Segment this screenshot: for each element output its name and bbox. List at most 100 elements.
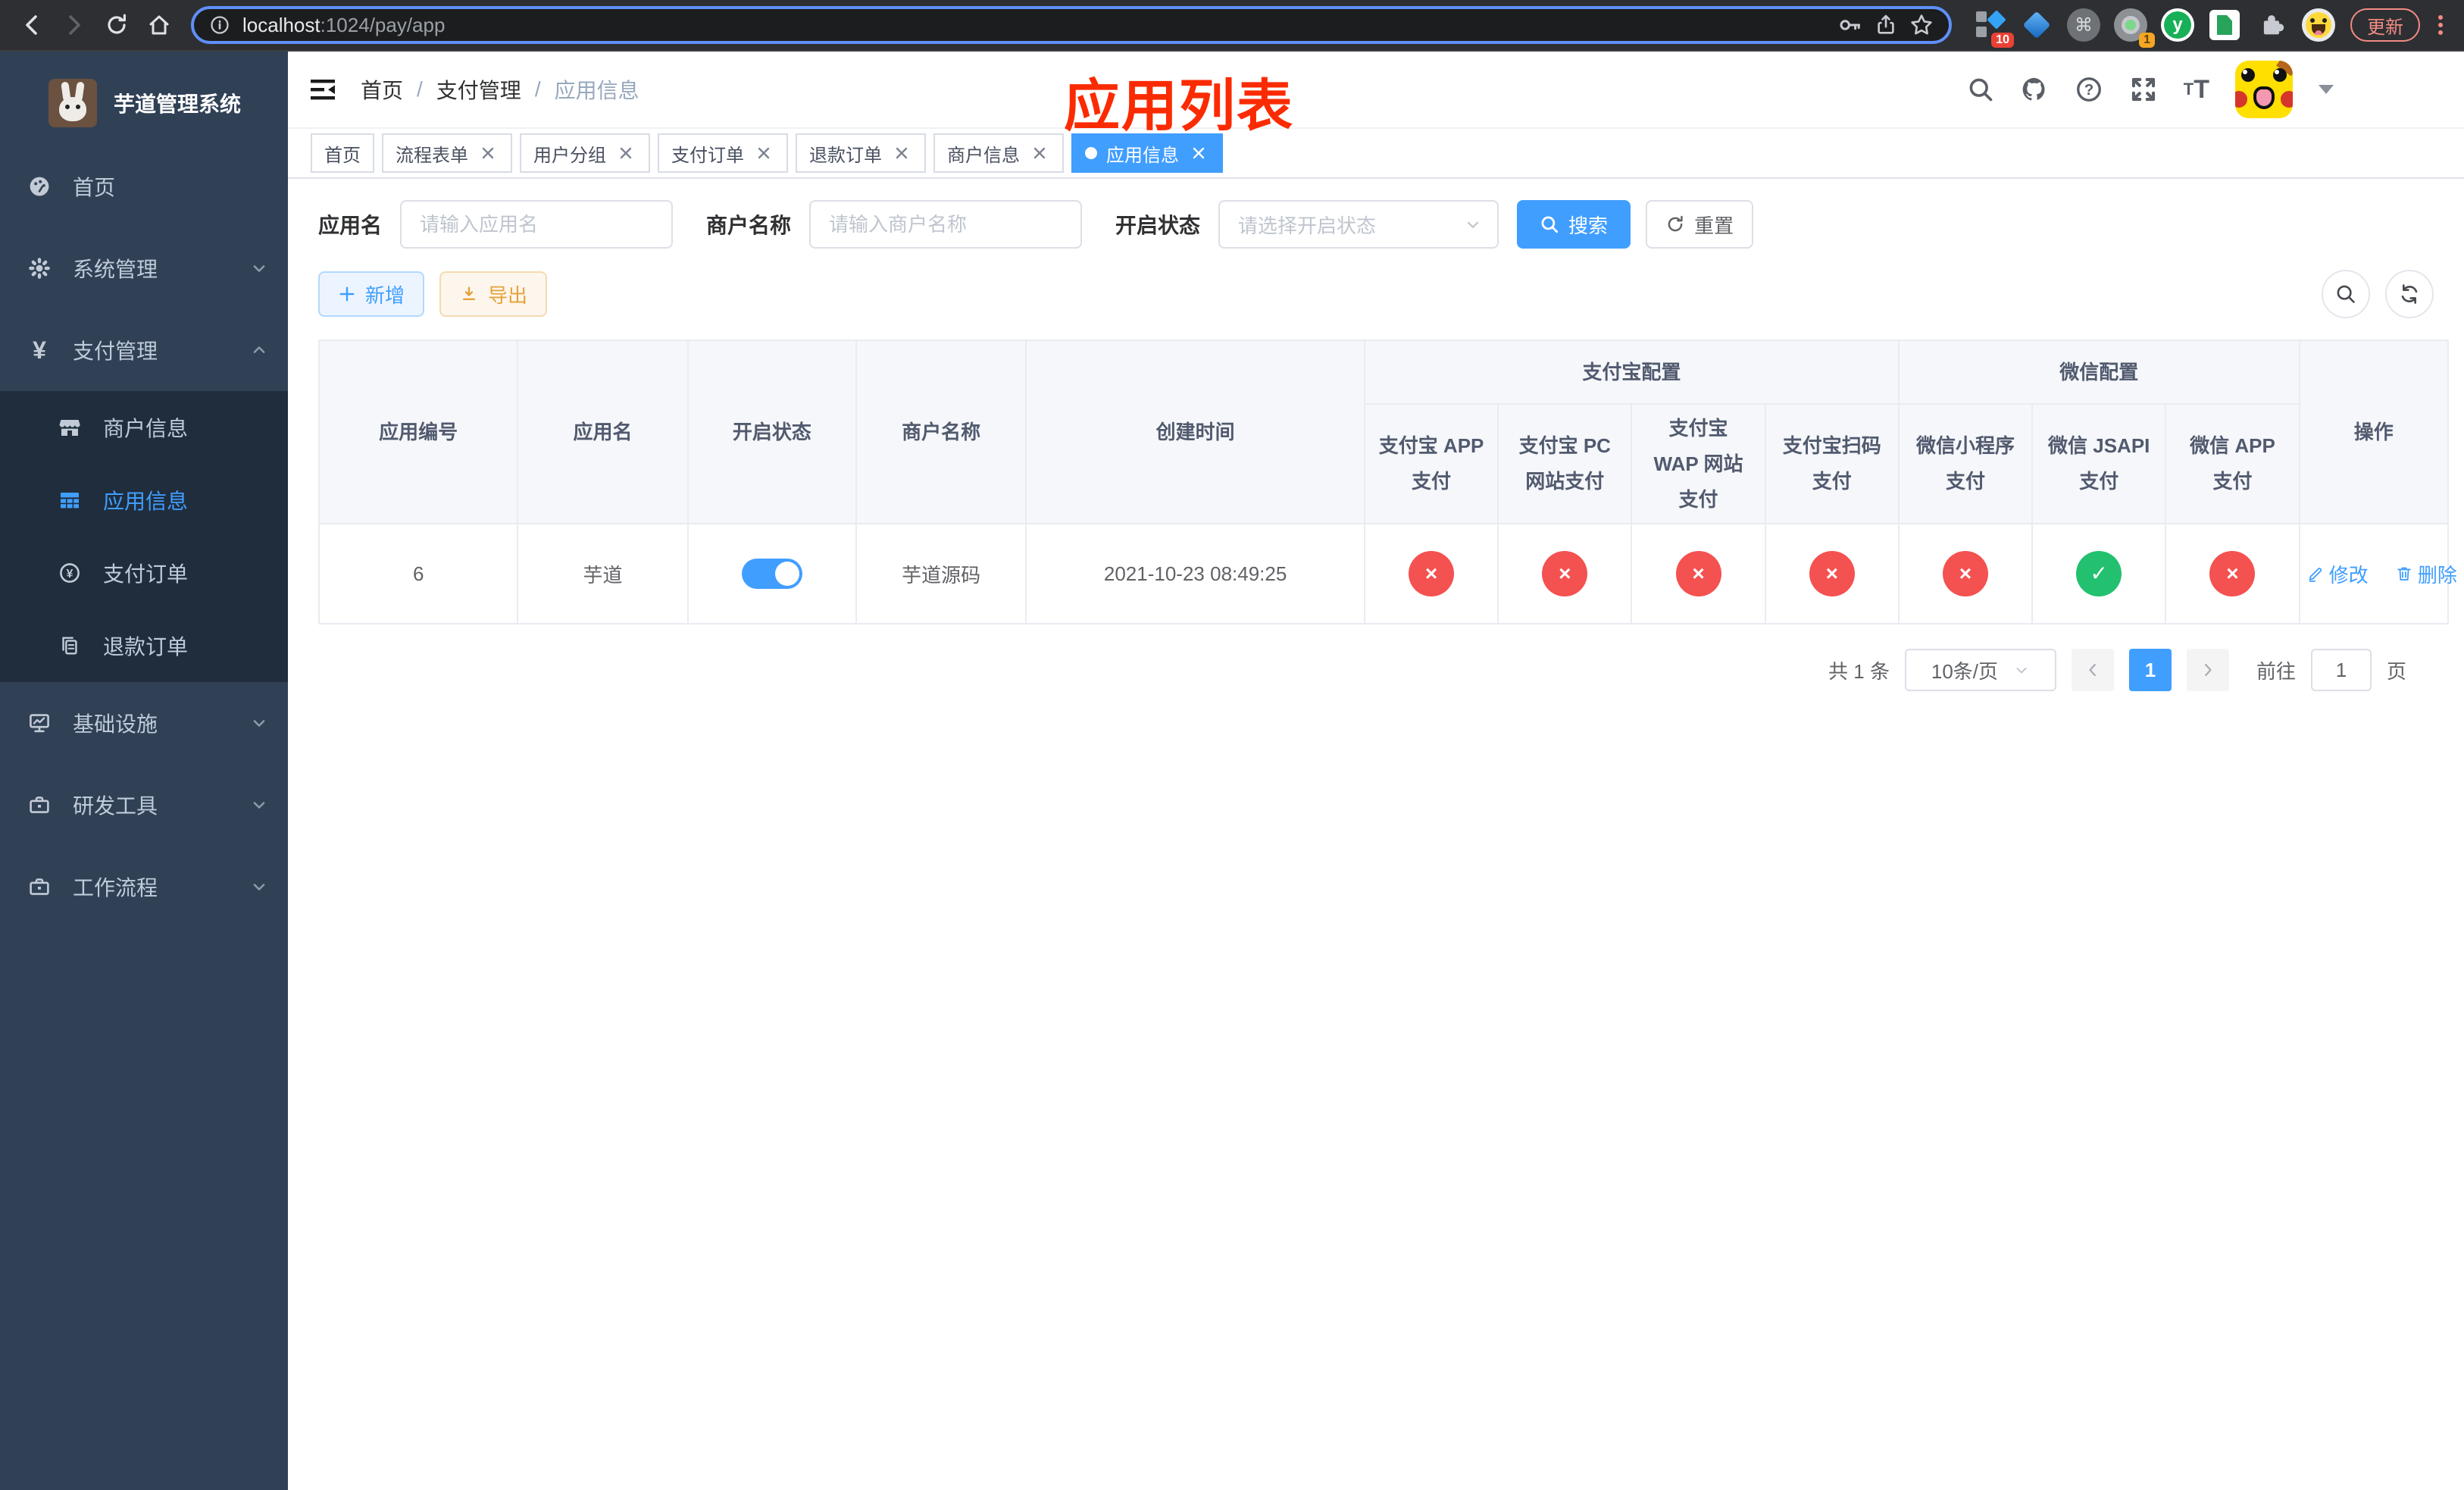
breadcrumb-home[interactable]: 首页 — [361, 74, 403, 105]
extension-command-icon[interactable]: ⌘ — [2067, 8, 2100, 42]
close-icon[interactable] — [891, 142, 912, 164]
refresh-button[interactable] — [2385, 270, 2434, 318]
extension-emoji-icon[interactable] — [2302, 8, 2335, 42]
user-menu-caret-icon[interactable] — [2319, 85, 2334, 94]
share-icon[interactable] — [1875, 14, 1897, 36]
close-icon[interactable] — [753, 142, 774, 164]
browser-forward-icon[interactable] — [55, 5, 94, 45]
app-logo[interactable]: 芋道管理系统 — [0, 52, 288, 146]
status-select[interactable]: 请选择开启状态 — [1218, 200, 1499, 249]
bookmark-star-icon[interactable] — [1909, 13, 1934, 37]
browser-menu-icon[interactable] — [2429, 15, 2452, 35]
sidebar-item-label: 退款订单 — [103, 635, 189, 659]
browser-update-button[interactable]: 更新 — [2350, 8, 2420, 42]
font-size-icon[interactable]: TT — [2184, 77, 2209, 102]
url-bar[interactable]: localhost:1024/pay/app — [191, 6, 1952, 44]
add-button[interactable]: 新增 — [318, 271, 425, 317]
grid-icon — [58, 488, 82, 512]
user-avatar[interactable] — [2235, 61, 2293, 118]
toggle-search-button[interactable] — [2322, 270, 2370, 318]
breadcrumb-separator: / — [417, 77, 423, 101]
tag-merchant-info[interactable]: 商户信息 — [933, 133, 1064, 173]
close-icon[interactable] — [1188, 142, 1209, 164]
merchant-name-input[interactable] — [809, 200, 1083, 249]
sidebar-item-label: 研发工具 — [73, 794, 158, 818]
app-name-input[interactable] — [400, 200, 674, 249]
next-page-button[interactable] — [2186, 649, 2229, 692]
sidebar-item-system[interactable]: 系统管理 — [0, 227, 288, 309]
tag-label: 退款订单 — [809, 145, 882, 166]
close-icon[interactable] — [615, 142, 636, 164]
page-size-label: 10条/页 — [1931, 659, 1999, 683]
search-button[interactable]: 搜索 — [1517, 200, 1631, 249]
tag-user-group[interactable]: 用户分组 — [520, 133, 650, 173]
github-icon[interactable] — [2020, 75, 2049, 104]
edit-link[interactable]: 修改 — [2306, 560, 2369, 588]
app-status-switch[interactable] — [741, 559, 802, 590]
url-path: :1024/pay/app — [320, 13, 446, 36]
page-size-select[interactable]: 10条/页 — [1904, 649, 2056, 692]
chevron-down-icon — [249, 876, 270, 897]
close-icon[interactable] — [477, 142, 499, 164]
alipay-wap-status-icon: × — [1675, 551, 1721, 597]
browser-home-icon[interactable] — [139, 5, 179, 45]
chevron-right-icon — [2205, 664, 2212, 677]
download-icon — [462, 286, 476, 301]
app-shell: 芋道管理系统 首页 系统管理 ¥ 支付管理 商户信息 应用信息 ¥ 支付订单 退… — [0, 52, 2464, 1490]
browser-reload-icon[interactable] — [97, 5, 136, 45]
tag-process-form[interactable]: 流程表单 — [382, 133, 512, 173]
sidebar-item-merchant-info[interactable]: 商户信息 — [0, 391, 288, 464]
password-key-icon[interactable] — [1838, 13, 1862, 37]
breadcrumb-payment[interactable]: 支付管理 — [436, 74, 521, 105]
page-number-current[interactable]: 1 — [2128, 649, 2172, 692]
alipay-pc-status-icon: × — [1542, 551, 1588, 597]
extension-doc-icon[interactable] — [2208, 8, 2241, 42]
chevron-down-icon — [249, 712, 270, 734]
tag-home[interactable]: 首页 — [311, 133, 374, 173]
chevron-left-icon — [2089, 664, 2096, 677]
site-info-icon[interactable] — [209, 14, 230, 36]
tag-refund-order[interactable]: 退款订单 — [796, 133, 926, 173]
sidebar-item-app-info[interactable]: 应用信息 — [0, 464, 288, 537]
search-icon[interactable] — [1967, 76, 1994, 103]
reset-button[interactable]: 重置 — [1646, 200, 1754, 249]
toolbox-icon — [27, 875, 52, 899]
sidebar-item-workflow[interactable]: 工作流程 — [0, 846, 288, 928]
col-alipay-pc: 支付宝 PC 网站支付 — [1497, 402, 1633, 525]
delete-link-label: 删除 — [2417, 563, 2457, 587]
sidebar-item-pay-order[interactable]: ¥ 支付订单 — [0, 537, 288, 609]
browser-back-icon[interactable] — [12, 5, 52, 45]
filter-merchant-name: 商户名称 — [706, 200, 1083, 249]
sidebar-collapse-icon[interactable] — [306, 73, 339, 106]
fullscreen-icon[interactable] — [2129, 75, 2158, 104]
close-icon[interactable] — [1029, 142, 1050, 164]
extension-blocks-icon[interactable]: 10 — [1973, 8, 2014, 48]
search-icon — [1541, 216, 1559, 233]
table-row: 6 芋道 芋道源码 2021-10-23 08:49:25 × × × × × … — [317, 523, 2457, 625]
export-button-label: 导出 — [488, 283, 528, 307]
sidebar-item-home[interactable]: 首页 — [0, 146, 288, 227]
sidebar-item-label: 系统管理 — [73, 258, 158, 281]
extension-kite-icon[interactable] — [2020, 8, 2053, 42]
status-label: 开启状态 — [1115, 214, 1201, 237]
url-text: localhost:1024/pay/app — [242, 14, 445, 37]
goto-page-input[interactable] — [2310, 649, 2372, 692]
svg-text:¥: ¥ — [67, 568, 73, 581]
sidebar-item-refund-order[interactable]: 退款订单 — [0, 609, 288, 682]
prev-page-button[interactable] — [2071, 649, 2114, 692]
delete-link[interactable]: 删除 — [2395, 560, 2457, 588]
sidebar-item-payment[interactable]: ¥ 支付管理 — [0, 309, 288, 391]
sidebar-item-infrastructure[interactable]: 基础设施 — [0, 682, 288, 764]
tag-pay-order[interactable]: 支付订单 — [658, 133, 788, 173]
col-operations: 操作 — [2298, 339, 2450, 525]
sidebar-item-devtools[interactable]: 研发工具 — [0, 764, 288, 846]
active-dot — [1085, 147, 1097, 159]
extension-y-icon[interactable]: y — [2161, 8, 2194, 42]
chevron-up-icon — [249, 340, 270, 361]
toolbar-right — [2322, 270, 2434, 318]
help-icon[interactable]: ? — [2075, 75, 2103, 104]
extension-puzzle-icon[interactable] — [2255, 8, 2288, 42]
extension-target-icon[interactable]: 1 — [2114, 8, 2155, 48]
plus-icon — [339, 286, 355, 302]
export-button[interactable]: 导出 — [439, 271, 548, 317]
